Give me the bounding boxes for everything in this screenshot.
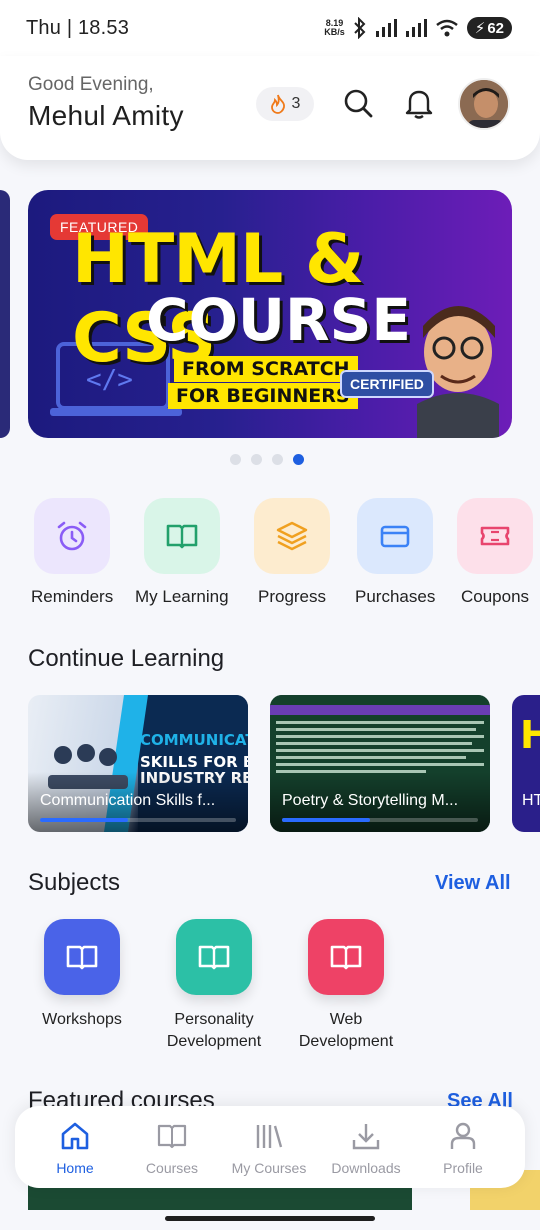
user-icon <box>450 1122 476 1149</box>
open-book-icon <box>166 524 198 549</box>
certified-seal: CERTIFIED <box>340 370 434 398</box>
subjects-title: Subjects <box>28 869 121 896</box>
subject-label-line1: Personality <box>174 1011 254 1028</box>
avatar[interactable] <box>458 78 510 130</box>
search-icon[interactable] <box>341 86 375 120</box>
status-time: Thu | 18.53 <box>26 16 130 39</box>
battery-indicator: ⚡ 62 <box>466 17 512 39</box>
course-card-title: Communication Skills f... <box>40 792 216 809</box>
subject-label-line1: Web <box>329 1011 363 1028</box>
nav-home[interactable]: Home <box>30 1120 120 1176</box>
quick-action-coupons[interactable]: Coupons <box>457 498 533 607</box>
carousel-dot[interactable] <box>230 454 241 465</box>
status-bar: Thu | 18.53 8.19 KB/s ⚡ 62 <box>0 0 540 56</box>
quick-actions: Reminders My Learning Progress Purchases… <box>0 498 540 613</box>
ticket-icon <box>480 526 510 546</box>
subjects-view-all-link[interactable]: View All <box>435 872 511 895</box>
alarm-clock-icon <box>57 521 87 551</box>
streak-badge[interactable]: 3 <box>256 87 314 121</box>
signal-icon <box>375 19 397 37</box>
book-icon <box>157 1124 187 1149</box>
carousel-dot[interactable] <box>272 454 283 465</box>
streak-count: 3 <box>291 95 301 112</box>
featured-banner[interactable]: </> FEATURED HTML & CSS COURSE FROM SCRA… <box>28 190 512 438</box>
nav-downloads[interactable]: Downloads <box>321 1120 411 1176</box>
open-book-icon <box>66 945 98 970</box>
course-progress-bar <box>282 818 478 822</box>
flame-icon <box>270 94 285 114</box>
subject-label-line2: Development <box>298 1033 394 1050</box>
avatar-face-icon <box>460 80 508 128</box>
banner-subtitle: COURSE <box>146 286 412 354</box>
greeting-text: Good Evening, <box>28 74 154 95</box>
quick-action-purchases[interactable]: Purchases <box>355 498 435 607</box>
nav-label: Profile <box>443 1160 483 1176</box>
wifi-icon <box>435 19 458 37</box>
course-card-title: HT <box>522 792 540 809</box>
nav-label: Courses <box>145 1160 199 1176</box>
library-icon <box>256 1125 283 1148</box>
nav-courses[interactable]: Courses <box>127 1120 217 1176</box>
quick-action-label: Progress <box>257 587 327 606</box>
gesture-home-indicator[interactable] <box>165 1216 375 1221</box>
nav-label: My Courses <box>231 1160 307 1176</box>
status-icons: 8.19 KB/s ⚡ 62 <box>324 17 512 39</box>
svg-text:COMMUNICATION: COMMUNICATION <box>140 731 248 749</box>
quick-action-reminders[interactable]: Reminders <box>31 498 113 607</box>
carousel-indicator[interactable] <box>230 454 304 465</box>
course-card-peek[interactable]: H HT <box>512 695 540 832</box>
course-card[interactable]: COMMUNICATION SKILLS FOR BEING INDUSTRY … <box>28 695 248 832</box>
open-book-icon <box>330 945 362 970</box>
charging-bolt-icon: ⚡ <box>474 20 486 37</box>
download-icon <box>352 1124 380 1150</box>
quick-action-label: Reminders <box>31 587 114 606</box>
cartoon-character-illustration <box>417 306 499 438</box>
banner-tagline-2: FOR BEGINNERS <box>168 383 358 409</box>
carousel-dot[interactable] <box>251 454 262 465</box>
quick-action-my-learning[interactable]: My Learning <box>135 498 229 607</box>
course-card-title: Poetry & Storytelling M... <box>282 792 459 809</box>
banner-prev-peek[interactable] <box>0 190 10 438</box>
bell-icon[interactable] <box>402 86 436 120</box>
banner-tagline-1: FROM SCRATCH <box>174 356 358 382</box>
layers-icon <box>276 521 308 551</box>
subject-workshops[interactable]: Workshops <box>22 919 142 1031</box>
course-progress-bar <box>40 818 236 822</box>
nav-my-courses[interactable]: My Courses <box>224 1120 314 1176</box>
bluetooth-icon <box>354 17 366 39</box>
quick-action-label: My Learning <box>135 587 229 606</box>
quick-action-label: Purchases <box>355 587 436 606</box>
home-icon <box>61 1122 89 1150</box>
credit-card-icon <box>380 525 410 548</box>
nav-label: Downloads <box>331 1160 401 1176</box>
subject-label-line2: Development <box>166 1033 262 1050</box>
subject-label: Workshops <box>42 1011 122 1028</box>
subject-web-development[interactable]: Web Development <box>286 919 406 1053</box>
bottom-navigation: Home Courses My Courses Downloads Profil… <box>15 1106 525 1188</box>
quick-action-progress[interactable]: Progress <box>254 498 330 607</box>
continue-learning-title: Continue Learning <box>28 645 225 672</box>
peek-thumb-text: H <box>520 713 540 757</box>
subject-personality-development[interactable]: Personality Development <box>154 919 274 1053</box>
nav-profile[interactable]: Profile <box>418 1120 508 1176</box>
signal-icon-2 <box>405 19 427 37</box>
nav-label: Home <box>56 1160 94 1176</box>
carousel-dot-active[interactable] <box>293 454 304 465</box>
course-card[interactable]: Poetry & Storytelling M... <box>270 695 490 832</box>
open-book-icon <box>198 945 230 970</box>
network-speed: 8.19 KB/s <box>324 18 345 37</box>
quick-action-label: Coupons <box>460 587 530 606</box>
header-card: Good Evening, Mehul Amity 3 <box>0 56 540 160</box>
user-name: Mehul Amity <box>28 100 184 131</box>
